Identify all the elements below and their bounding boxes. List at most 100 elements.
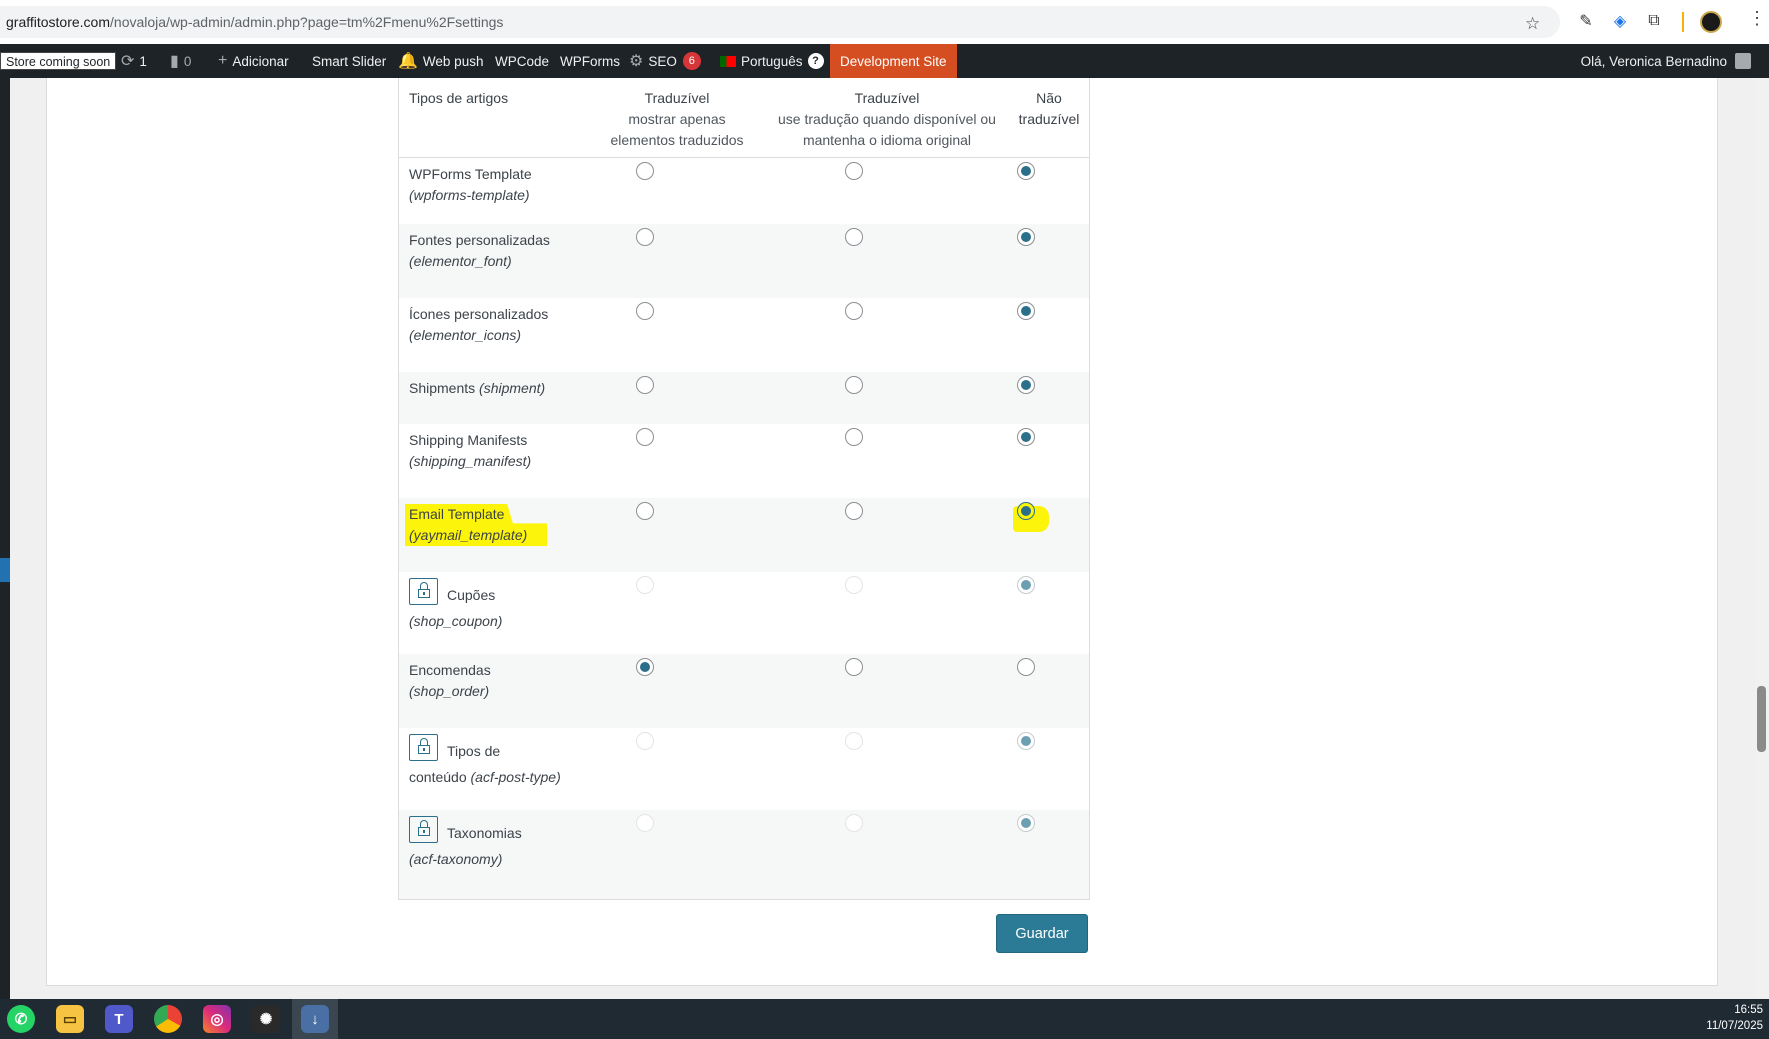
post-type-label: Email Template (yaymail_template): [409, 504, 527, 546]
wpcode-item[interactable]: WPCode: [495, 44, 549, 78]
updates-item[interactable]: ⟳ 1: [121, 44, 147, 78]
post-type-label: Encomendas (shop_order): [409, 660, 491, 702]
user-avatar: [1735, 53, 1751, 69]
radio-not-translatable[interactable]: [1017, 658, 1035, 676]
tag-extension-icon[interactable]: ◈: [1609, 10, 1631, 32]
page-scrollbar[interactable]: [1755, 78, 1769, 999]
post-type-label: WPForms Template (wpforms-template): [409, 164, 532, 206]
post-type-label: Shipments (shipment): [409, 378, 545, 399]
radio-translatable-fallback[interactable]: [845, 228, 863, 246]
chatgpt-icon[interactable]: ✺: [252, 1005, 280, 1033]
table-row: Shipping Manifests (shipping_manifest): [399, 424, 1089, 498]
post-type-name: Cupões: [447, 587, 496, 603]
table-row: Tipos de conteúdo (acf-post-type): [399, 728, 1089, 810]
post-type-label: Taxonomias (acf-taxonomy): [409, 820, 522, 872]
language-item[interactable]: Português?: [720, 44, 824, 78]
post-type-name: Taxonomias: [447, 825, 522, 841]
post-type-slug: (yaymail_template): [409, 527, 528, 543]
column-not-translatable: Não traduzível: [1018, 90, 1080, 127]
web-push-item[interactable]: 🔔 Web push: [398, 44, 483, 78]
toolbar-separator: [1682, 12, 1684, 32]
seo-item[interactable]: ⚙ SEO 6: [629, 44, 701, 78]
file-explorer-icon[interactable]: ▭: [56, 1005, 84, 1033]
comments-count: 0: [183, 53, 192, 69]
bookmark-star-icon[interactable]: ☆: [1525, 14, 1540, 34]
radio-translatable-fallback[interactable]: [845, 376, 863, 394]
radio-translatable-fallback: [845, 576, 863, 594]
admin-menu-edge: [0, 78, 10, 999]
post-types-sync-table: Tipos de artigos Traduzível mostrar apen…: [398, 78, 1090, 900]
post-type-slug: (shipment): [479, 380, 546, 396]
system-clock[interactable]: 16:55 11/07/2025: [1706, 1002, 1763, 1034]
add-new-item[interactable]: + Adicionar: [218, 44, 289, 78]
radio-translatable-only: [636, 814, 654, 832]
post-type-name: Email Template: [409, 506, 505, 522]
scrollbar-thumb[interactable]: [1757, 686, 1766, 752]
comment-icon: ▮: [170, 53, 179, 70]
radio-translatable-fallback[interactable]: [845, 502, 863, 520]
column-post-types: Tipos de artigos: [409, 90, 509, 106]
table-row: Cupões (shop_coupon): [399, 572, 1089, 654]
radio-translatable-only[interactable]: [636, 658, 654, 676]
post-type-label: Ícones personalizados (elementor_icons): [409, 304, 548, 346]
collapse-menu-icon[interactable]: [0, 558, 10, 582]
post-type-name: Ícones personalizados: [409, 306, 549, 322]
radio-not-translatable[interactable]: [1017, 162, 1035, 180]
wpforms-item[interactable]: WPForms: [560, 44, 620, 78]
post-type-label: Cupões (shop_coupon): [409, 582, 502, 634]
post-type-slug: (elementor_font): [409, 253, 512, 269]
radio-translatable-only: [636, 576, 654, 594]
comments-item[interactable]: ▮ 0: [170, 44, 191, 78]
table-row: Email Template (yaymail_template): [399, 498, 1089, 572]
teams-icon[interactable]: T: [105, 1005, 133, 1033]
store-coming-soon-badge[interactable]: Store coming soon: [0, 44, 117, 78]
radio-translatable-fallback[interactable]: [845, 302, 863, 320]
radio-translatable-fallback[interactable]: [845, 162, 863, 180]
help-badge: ?: [807, 53, 824, 69]
table-row: Taxonomias (acf-taxonomy): [399, 810, 1089, 899]
table-header: Tipos de artigos Traduzível mostrar apen…: [399, 78, 1089, 158]
development-site-item[interactable]: Development Site: [830, 44, 957, 78]
radio-translatable-only: [636, 732, 654, 750]
url-path: /novaloja/wp-admin/admin.php?page=tm%2Fm…: [110, 14, 504, 30]
post-type-name: Fontes personalizadas: [409, 232, 550, 248]
radio-not-translatable[interactable]: [1017, 376, 1035, 394]
instagram-icon[interactable]: ◎: [203, 1005, 231, 1033]
radio-translatable-fallback[interactable]: [845, 658, 863, 676]
radio-translatable-only[interactable]: [636, 428, 654, 446]
radio-translatable-only[interactable]: [636, 162, 654, 180]
chrome-icon[interactable]: [154, 1005, 182, 1033]
post-type-slug: (shipping_manifest): [409, 453, 532, 469]
address-bar[interactable]: graffitostore.com/novaloja/wp-admin/admi…: [0, 6, 1560, 38]
eyedropper-icon[interactable]: ✎: [1575, 10, 1597, 32]
updates-count: 1: [139, 53, 147, 69]
radio-not-translatable[interactable]: [1017, 502, 1035, 520]
post-type-name-line2: conteúdo: [409, 769, 467, 785]
radio-not-translatable: [1017, 576, 1035, 594]
user-account-item[interactable]: Olá, Veronica Bernadino: [1581, 44, 1751, 78]
more-menu-icon[interactable]: ⋮: [1748, 8, 1766, 29]
smart-slider-item[interactable]: Smart Slider: [312, 44, 386, 78]
table-row: Fontes personalizadas (elementor_font): [399, 224, 1089, 298]
active-app-icon[interactable]: ↓: [301, 1005, 329, 1033]
table-row: Shipments (shipment): [399, 372, 1089, 424]
profile-avatar[interactable]: [1700, 11, 1722, 33]
seo-count-badge: 6: [682, 52, 701, 70]
radio-translatable-only[interactable]: [636, 228, 654, 246]
radio-translatable-only[interactable]: [636, 376, 654, 394]
radio-translatable-only[interactable]: [636, 302, 654, 320]
radio-not-translatable[interactable]: [1017, 302, 1035, 320]
radio-not-translatable[interactable]: [1017, 228, 1035, 246]
save-button[interactable]: Guardar: [996, 914, 1088, 953]
windows-taskbar: ✆ ▭ T ◎ ✺ ↓ 16:55 11/07/2025: [0, 999, 1769, 1039]
browser-toolbar: graffitostore.com/novaloja/wp-admin/admi…: [0, 0, 1769, 44]
post-type-name: WPForms Template: [409, 166, 532, 182]
column-translatable-fallback: Traduzível use tradução quando disponíve…: [778, 90, 996, 148]
whatsapp-icon[interactable]: ✆: [7, 1005, 35, 1033]
radio-not-translatable[interactable]: [1017, 428, 1035, 446]
post-type-label: Fontes personalizadas (elementor_font): [409, 230, 550, 272]
radio-translatable-fallback[interactable]: [845, 428, 863, 446]
post-type-slug: (shop_order): [409, 683, 490, 699]
puzzle-extensions-icon[interactable]: ⧉: [1643, 10, 1665, 32]
radio-translatable-only[interactable]: [636, 502, 654, 520]
